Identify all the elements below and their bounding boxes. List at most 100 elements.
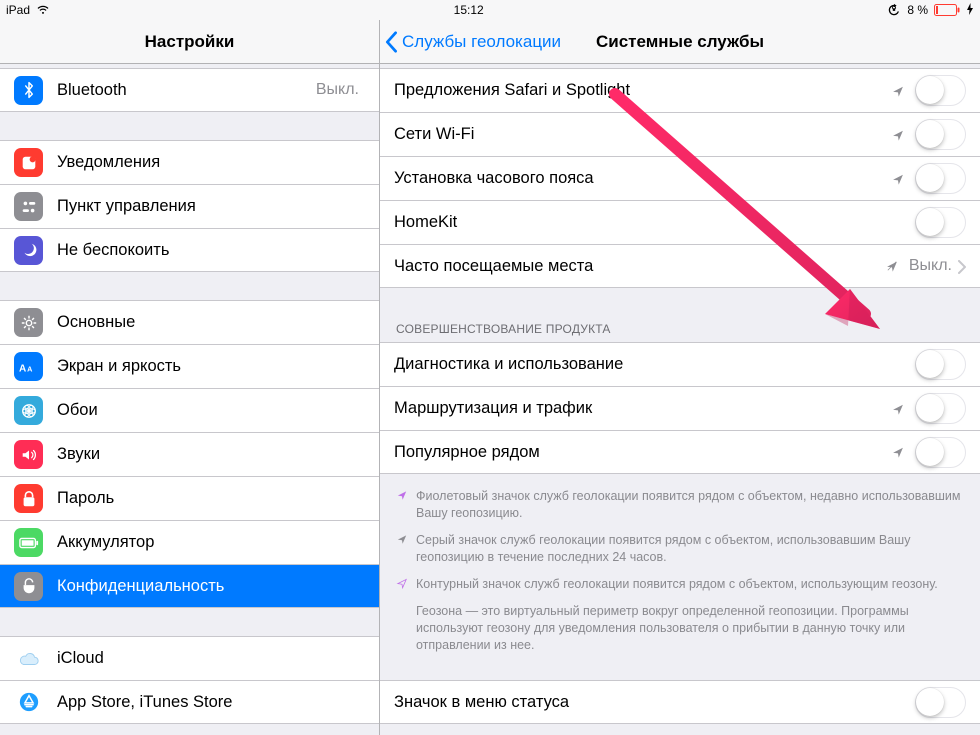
sidebar-item-label: Уведомления bbox=[57, 153, 365, 172]
row-label: Часто посещаемые места bbox=[394, 257, 885, 276]
sidebar-item-bluetooth[interactable]: BluetoothВыкл. bbox=[0, 68, 379, 112]
detail-title: Системные службы bbox=[596, 32, 764, 52]
sidebar-item-label: App Store, iTunes Store bbox=[57, 693, 365, 712]
general-icon bbox=[14, 308, 43, 337]
chevron-right-icon bbox=[958, 260, 966, 273]
section-header: СОВЕРШЕНСТВОВАНИЕ ПРОДУКТА bbox=[380, 316, 980, 342]
note-text: Фиолетовый значок служб геолокации появи… bbox=[416, 488, 964, 522]
sidebar-item-label: iCloud bbox=[57, 649, 365, 668]
sidebar-item-icloud[interactable]: iCloud bbox=[0, 636, 379, 680]
location-arrow-icon bbox=[891, 128, 905, 142]
row-routing-traffic[interactable]: Маршрутизация и трафик bbox=[380, 386, 980, 430]
location-arrow-icon bbox=[396, 489, 408, 522]
sidebar-item-battery[interactable]: Аккумулятор bbox=[0, 520, 379, 564]
row-timezone[interactable]: Установка часового пояса bbox=[380, 156, 980, 200]
row-homekit[interactable]: HomeKit bbox=[380, 200, 980, 244]
display-icon: AA bbox=[14, 352, 43, 381]
toggle-popular-nearby[interactable] bbox=[915, 437, 966, 468]
status-bar: iPad 15:12 8 % bbox=[0, 0, 980, 20]
rotation-lock-icon bbox=[887, 3, 901, 17]
wifi-icon bbox=[36, 5, 50, 15]
appstore-icon bbox=[14, 688, 43, 717]
sidebar-title: Настройки bbox=[145, 32, 235, 52]
toggle-status-bar-icon[interactable] bbox=[915, 687, 966, 718]
toggle-routing-traffic[interactable] bbox=[915, 393, 966, 424]
privacy-icon bbox=[14, 572, 43, 601]
detail-navbar: Службы геолокации Системные службы bbox=[380, 20, 980, 64]
location-arrow-icon bbox=[891, 402, 905, 416]
toggle-diagnostics[interactable] bbox=[915, 349, 966, 380]
sidebar-item-label: Основные bbox=[57, 313, 365, 332]
passcode-icon bbox=[14, 484, 43, 513]
note-geofence: Геозона — это виртуальный периметр вокру… bbox=[416, 603, 964, 654]
svg-text:A: A bbox=[27, 364, 33, 373]
row-diagnostics[interactable]: Диагностика и использование bbox=[380, 342, 980, 386]
svg-text:A: A bbox=[19, 363, 26, 373]
sidebar-item-label: Обои bbox=[57, 401, 365, 420]
sidebar-item-label: Пункт управления bbox=[57, 197, 365, 216]
location-arrow-icon bbox=[885, 259, 899, 273]
battery-percent: 8 % bbox=[907, 3, 928, 17]
row-status-bar-icon[interactable]: Значок в меню статуса bbox=[380, 680, 980, 724]
sidebar-item-label: Bluetooth bbox=[57, 81, 316, 100]
row-label: Популярное рядом bbox=[394, 443, 891, 462]
sidebar-item-wallpaper[interactable]: Обои bbox=[0, 388, 379, 432]
sidebar-item-general[interactable]: Основные bbox=[0, 300, 379, 344]
location-arrow-icon bbox=[891, 172, 905, 186]
toggle-safari-spotlight[interactable] bbox=[915, 75, 966, 106]
sidebar-item-privacy[interactable]: Конфиденциальность bbox=[0, 564, 379, 608]
location-arrow-icon bbox=[891, 445, 905, 459]
sidebar-item-label: Экран и яркость bbox=[57, 357, 365, 376]
sidebar-item-label: Конфиденциальность bbox=[57, 577, 365, 596]
sidebar-item-display[interactable]: AA Экран и яркость bbox=[0, 344, 379, 388]
battery-icon bbox=[934, 4, 960, 16]
sidebar-item-notifications[interactable]: Уведомления bbox=[0, 140, 379, 184]
row-label: Маршрутизация и трафик bbox=[394, 399, 891, 418]
back-label: Службы геолокации bbox=[402, 32, 561, 52]
sidebar-item-label: Не беспокоить bbox=[57, 241, 365, 260]
control-center-icon bbox=[14, 192, 43, 221]
sidebar-item-control-center[interactable]: Пункт управления bbox=[0, 184, 379, 228]
row-frequent-locations[interactable]: Часто посещаемые места Выкл. bbox=[380, 244, 980, 288]
row-wifi-networking[interactable]: Сети Wi-Fi bbox=[380, 112, 980, 156]
clock: 15:12 bbox=[454, 3, 484, 17]
row-value: Выкл. bbox=[909, 257, 952, 275]
charging-icon bbox=[966, 3, 974, 18]
row-label: Сети Wi-Fi bbox=[394, 125, 891, 144]
row-label: Диагностика и использование bbox=[394, 355, 915, 374]
sounds-icon bbox=[14, 440, 43, 469]
sidebar-item-sounds[interactable]: Звуки bbox=[0, 432, 379, 476]
row-popular-nearby[interactable]: Популярное рядом bbox=[380, 430, 980, 474]
location-arrow-icon bbox=[396, 577, 408, 594]
row-safari-spotlight[interactable]: Предложения Safari и Spotlight bbox=[380, 68, 980, 112]
sidebar-item-dnd[interactable]: Не беспокоить bbox=[0, 228, 379, 272]
detail-pane: Службы геолокации Системные службы Предл… bbox=[380, 20, 980, 735]
device-label: iPad bbox=[6, 3, 30, 17]
toggle-homekit[interactable] bbox=[915, 207, 966, 238]
location-arrow-icon bbox=[891, 84, 905, 98]
wallpaper-icon bbox=[14, 396, 43, 425]
toggle-timezone[interactable] bbox=[915, 163, 966, 194]
sidebar-navbar: Настройки bbox=[0, 20, 379, 64]
sidebar-item-label: Пароль bbox=[57, 489, 365, 508]
sidebar-item-value: Выкл. bbox=[316, 81, 359, 99]
sidebar-item-label: Звуки bbox=[57, 445, 365, 464]
notifications-icon bbox=[14, 148, 43, 177]
row-label: Значок в меню статуса bbox=[394, 693, 915, 712]
row-label: Установка часового пояса bbox=[394, 169, 891, 188]
sidebar-item-passcode[interactable]: Пароль bbox=[0, 476, 379, 520]
icloud-icon bbox=[14, 644, 43, 673]
bluetooth-icon bbox=[14, 76, 43, 105]
sidebar-item-label: Аккумулятор bbox=[57, 533, 365, 552]
note-text: Контурный значок служб геолокации появит… bbox=[416, 576, 938, 594]
battery-icon bbox=[14, 528, 43, 557]
sidebar: Настройки BluetoothВыкл. Уведомления Пункт… bbox=[0, 20, 380, 735]
toggle-wifi-networking[interactable] bbox=[915, 119, 966, 150]
back-button[interactable]: Службы геолокации bbox=[384, 31, 561, 53]
note-text: Серый значок служб геолокации появится р… bbox=[416, 532, 964, 566]
sidebar-item-appstore[interactable]: App Store, iTunes Store bbox=[0, 680, 379, 724]
footer-notes: Фиолетовый значок служб геолокации появи… bbox=[380, 474, 980, 662]
location-arrow-icon bbox=[396, 533, 408, 566]
dnd-icon bbox=[14, 236, 43, 265]
row-label: HomeKit bbox=[394, 213, 915, 232]
